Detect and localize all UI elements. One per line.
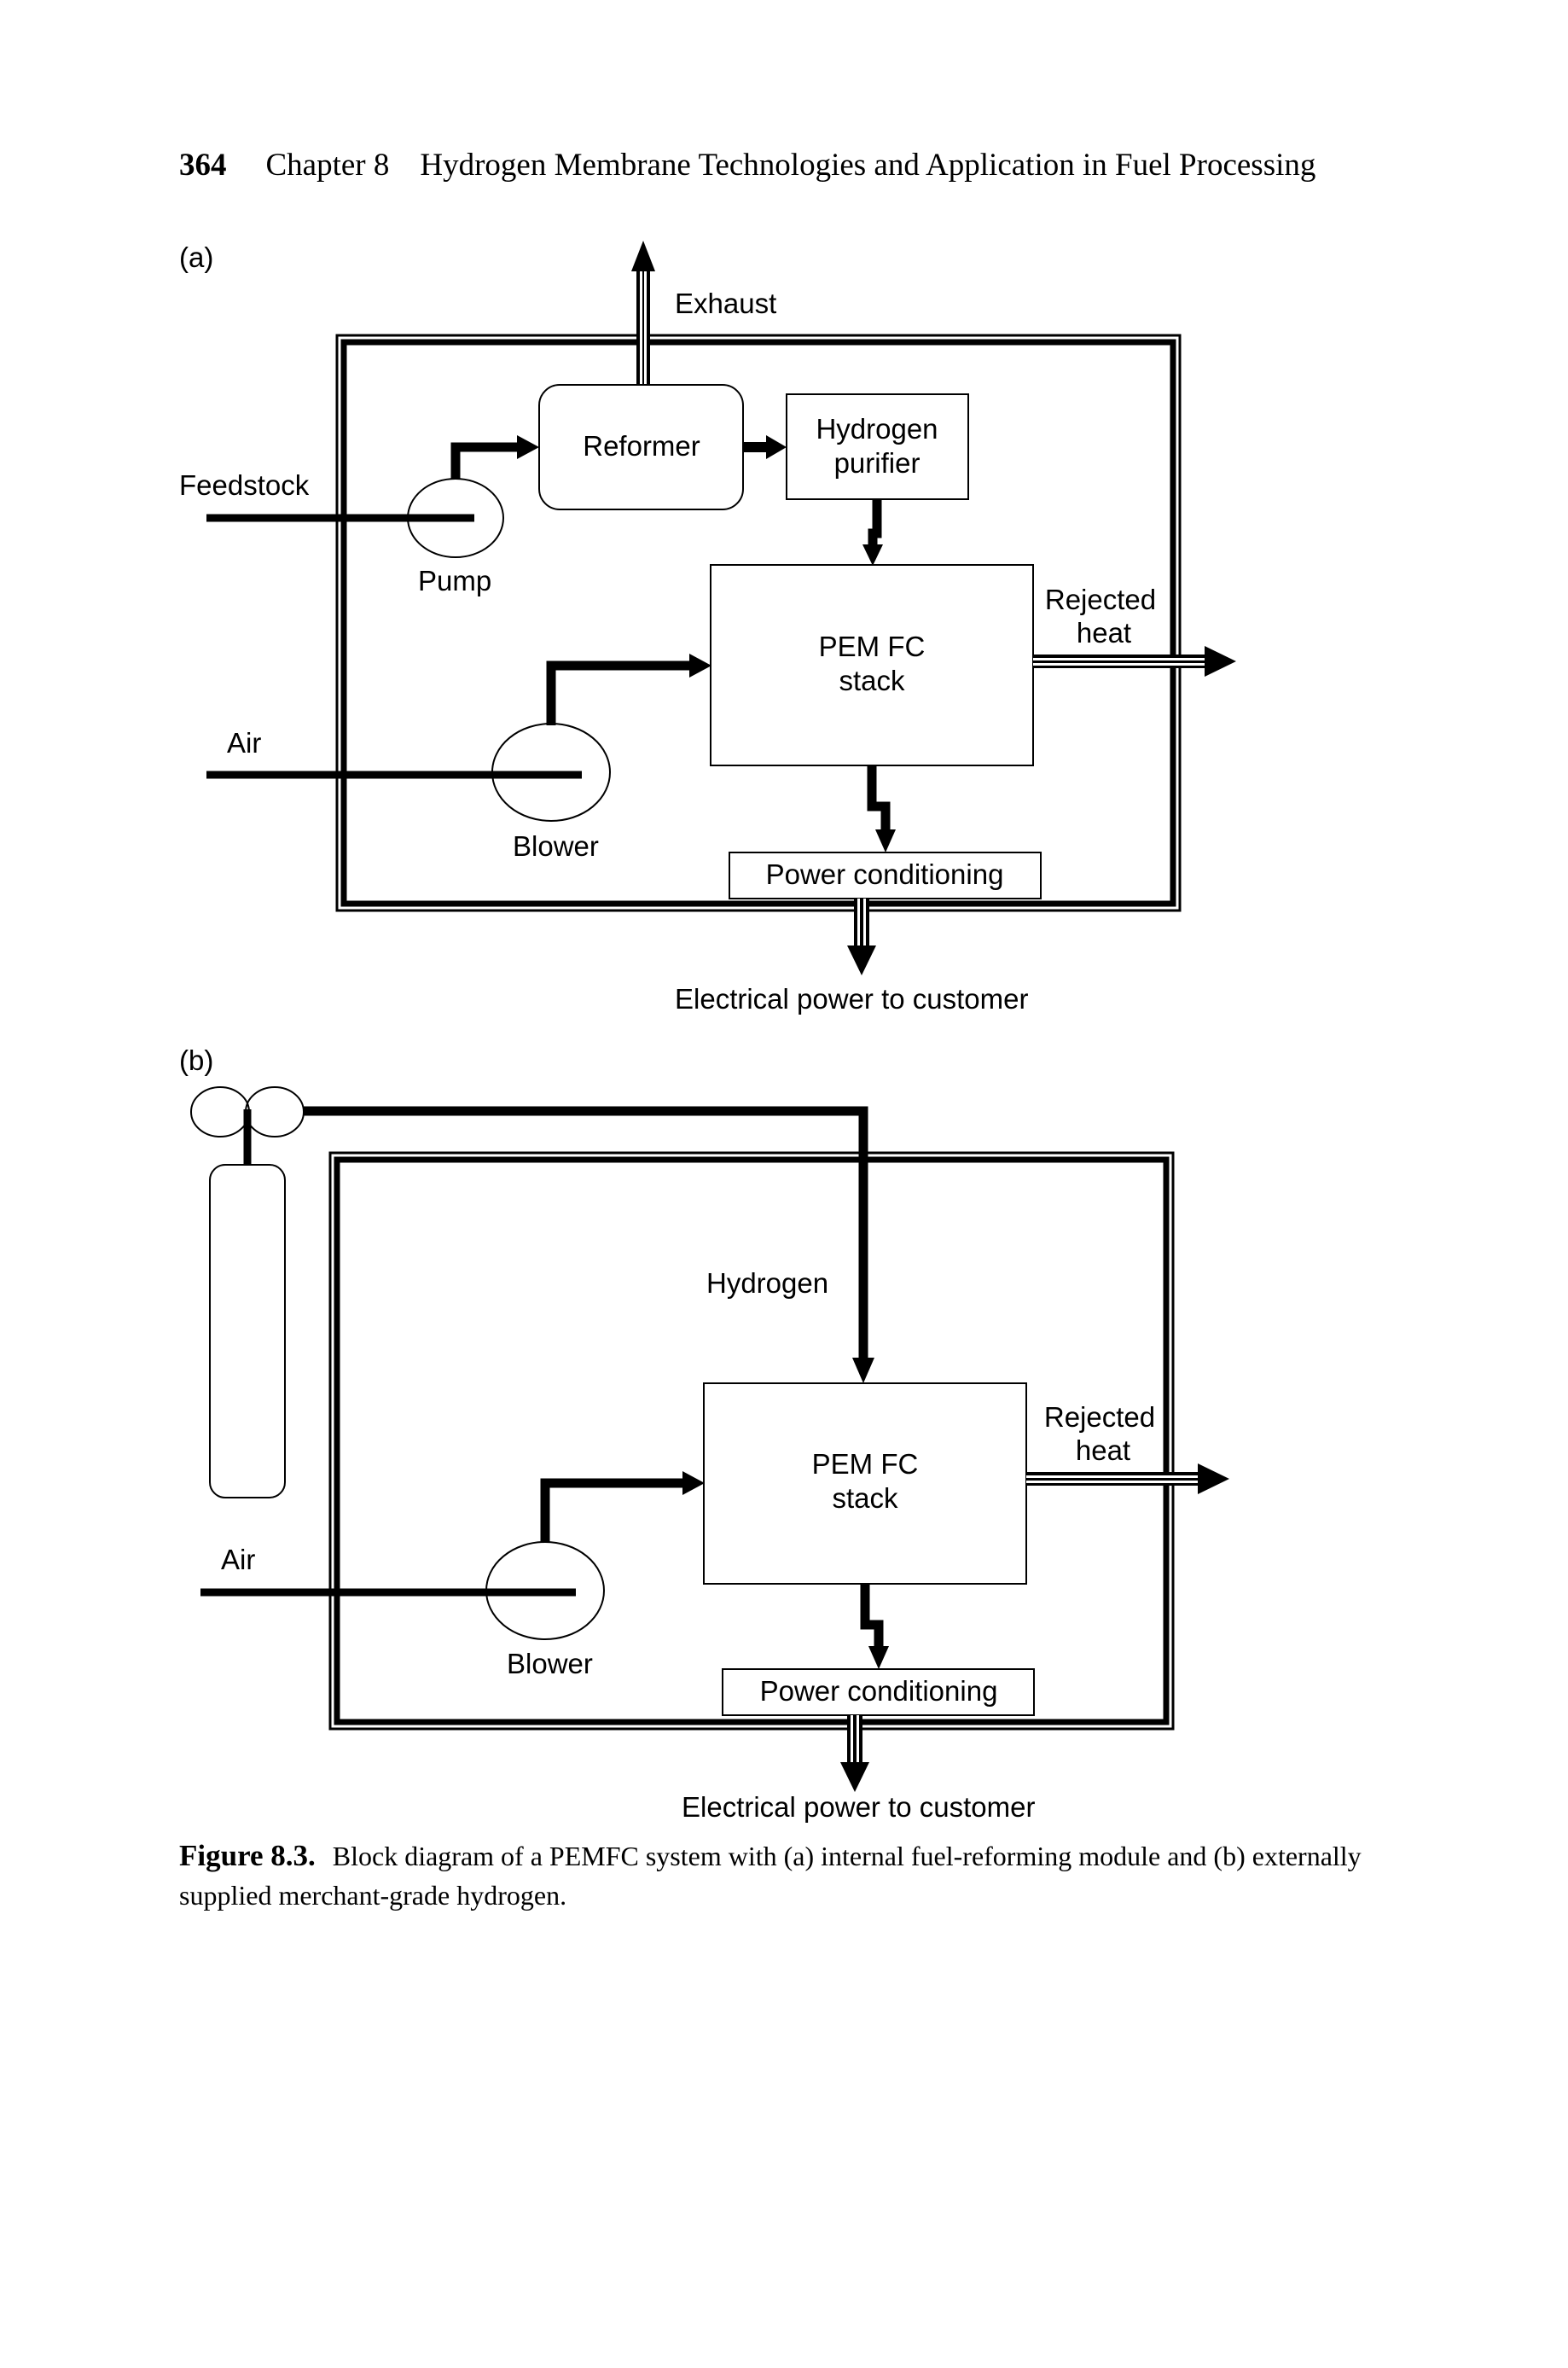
exhaust-arrow [631,241,655,387]
valve-knob-right [245,1086,305,1137]
cylinder-body [209,1164,286,1498]
rejected-heat-arrow-a [1033,646,1236,677]
hydrogen-cylinder [190,1086,305,1498]
rejected-label-b-line1: Rejected [1044,1401,1155,1433]
rejected-label-a-line1: Rejected [1045,584,1156,615]
stack-label-a-line1: PEM FC [819,631,926,662]
rejected-label-a-line2: heat [1077,617,1131,649]
blower-label-b: Blower [507,1648,593,1679]
pump-label: Pump [418,565,491,596]
purifier-label-line1: Hydrogen [816,413,938,445]
rejected-heat-arrow-b [1026,1463,1229,1494]
stack-label-a-line2: stack [839,665,905,696]
blower-to-stack-arrow-b [540,1471,705,1543]
electrical-output-label-b: Electrical power to customer [682,1791,1035,1823]
stack-to-power-arrow-b [860,1584,889,1669]
power-conditioning-label-a: Power conditioning [766,858,1004,890]
stack-label-b-line2: stack [832,1482,898,1514]
caption-text: Block diagram of a PEMFC system with (a)… [179,1841,1362,1911]
pump-to-reformer-arrow [450,435,539,480]
figure-caption: Figure 8.3. Block diagram of a PEMFC syst… [179,1836,1391,1915]
figure-diagram: (a) Exhaust Reformer Hydrogen purifier F… [179,241,1236,1823]
hydrogen-label: Hydrogen [706,1267,828,1299]
exhaust-label: Exhaust [675,288,776,319]
rejected-label-b-line2: heat [1076,1434,1130,1466]
panel-a-label: (a) [179,241,213,273]
stack-to-power-arrow-a [867,765,896,852]
valve-knob-left [190,1086,250,1137]
reformer-to-purifier-arrow [743,435,787,459]
power-conditioning-label-b: Power conditioning [760,1675,998,1707]
air-label-a: Air [227,727,261,759]
electrical-output-arrow-b [840,1715,869,1792]
stack-label-b-line1: PEM FC [812,1448,919,1480]
air-label-b: Air [221,1544,255,1575]
reformer-label: Reformer [583,430,700,462]
feedstock-label: Feedstock [179,469,310,501]
purifier-label-line2: purifier [834,447,920,479]
book-page: 364 Chapter 8 Hydrogen Membrane Technologi… [0,0,1568,2368]
blower-label-a: Blower [513,830,599,862]
panel-b: (b) Hydrogen PEM FC stack Air Blower Rej… [179,1044,1229,1823]
electrical-output-label-a: Electrical power to customer [675,983,1028,1015]
panel-b-label: (b) [179,1044,213,1076]
blower-to-stack-arrow-a [546,654,711,725]
figure-label: Figure 8.3. [179,1839,316,1872]
panel-a: (a) Exhaust Reformer Hydrogen purifier F… [179,241,1236,1015]
purifier-to-stack-arrow [862,499,883,566]
